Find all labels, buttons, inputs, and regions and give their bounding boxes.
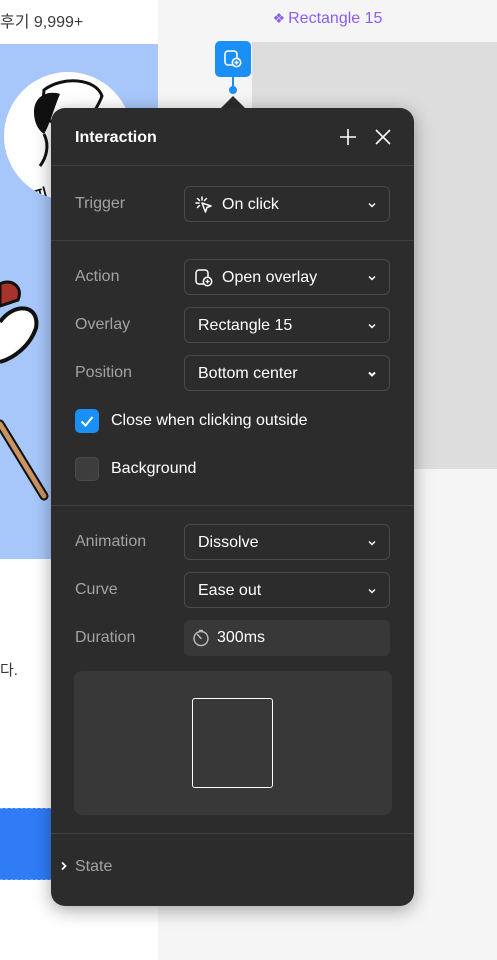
action-section: Action Open overlay Overlay Rectangle 15… bbox=[51, 241, 414, 506]
chevron-down-icon bbox=[368, 371, 376, 377]
position-label: Position bbox=[75, 364, 132, 381]
open-overlay-icon bbox=[224, 50, 242, 68]
panel-header: Interaction bbox=[51, 108, 414, 166]
add-button[interactable] bbox=[337, 126, 359, 148]
chevron-down-icon bbox=[368, 324, 376, 329]
chevron-down-icon bbox=[368, 203, 376, 208]
curve-label: Curve bbox=[75, 581, 118, 598]
connector-dot bbox=[229, 86, 237, 94]
action-select[interactable]: Open overlay bbox=[184, 259, 390, 295]
frame-title-label: Rectangle 15 bbox=[288, 10, 383, 27]
chevron-down-icon bbox=[368, 589, 376, 594]
overlay-select[interactable]: Rectangle 15 bbox=[184, 307, 390, 343]
frame-header: ❖ Rectangle 15 bbox=[158, 0, 497, 42]
trigger-row: Trigger On click bbox=[51, 186, 414, 222]
close-outside-label: Close when clicking outside bbox=[111, 412, 308, 429]
action-value: Open overlay bbox=[222, 269, 318, 286]
connector-node[interactable] bbox=[215, 41, 251, 77]
trigger-select[interactable]: On click bbox=[184, 186, 390, 222]
action-row: Action Open overlay bbox=[51, 259, 414, 295]
curve-value: Ease out bbox=[198, 582, 262, 599]
background-label: Background bbox=[111, 460, 197, 477]
overlay-row: Overlay Rectangle 15 bbox=[51, 307, 414, 343]
position-row: Position Bottom center bbox=[51, 355, 414, 391]
open-overlay-icon bbox=[195, 269, 213, 287]
chevron-down-icon bbox=[368, 276, 376, 281]
checkmark-icon bbox=[80, 416, 94, 427]
plus-icon bbox=[340, 129, 356, 145]
close-outside-checkbox[interactable] bbox=[75, 409, 99, 433]
close-outside-checkbox-row[interactable]: Close when clicking outside bbox=[75, 409, 395, 433]
duration-value: 300ms bbox=[217, 629, 266, 646]
frame-title[interactable]: ❖ Rectangle 15 bbox=[158, 10, 497, 28]
duration-row: Duration 300ms bbox=[51, 620, 414, 656]
overlay-value: Rectangle 15 bbox=[198, 317, 293, 334]
body-text: 다. bbox=[0, 662, 18, 679]
close-button[interactable] bbox=[372, 126, 394, 148]
position-value: Bottom center bbox=[198, 365, 298, 382]
position-select[interactable]: Bottom center bbox=[184, 355, 390, 391]
trigger-section: Trigger On click bbox=[51, 167, 414, 241]
state-section-toggle[interactable]: State bbox=[51, 851, 414, 883]
timer-icon bbox=[193, 629, 209, 647]
overlay-label: Overlay bbox=[75, 316, 131, 333]
preview-frame bbox=[192, 698, 273, 788]
chevron-down-icon bbox=[368, 541, 376, 546]
duration-label: Duration bbox=[75, 629, 136, 646]
animation-value: Dissolve bbox=[198, 534, 259, 551]
panel-title: Interaction bbox=[75, 129, 157, 146]
background-checkbox[interactable] bbox=[75, 457, 99, 481]
animation-select[interactable]: Dissolve bbox=[184, 524, 390, 560]
component-diamond-icon: ❖ bbox=[272, 10, 286, 26]
close-icon bbox=[375, 129, 391, 145]
action-label: Action bbox=[75, 268, 120, 285]
interaction-panel: Interaction Trigger On click Action Open… bbox=[51, 108, 414, 906]
chevron-right-icon bbox=[61, 861, 67, 871]
review-bar: 후기 9,999+ bbox=[0, 0, 158, 42]
click-cursor-icon bbox=[195, 196, 212, 213]
animation-row: Animation Dissolve bbox=[51, 524, 414, 560]
curve-select[interactable]: Ease out bbox=[184, 572, 390, 608]
duration-input[interactable]: 300ms bbox=[184, 620, 390, 656]
review-count-text: 후기 9,999+ bbox=[0, 14, 84, 31]
state-label: State bbox=[75, 858, 113, 875]
trigger-value: On click bbox=[222, 196, 279, 213]
trigger-label: Trigger bbox=[75, 195, 126, 212]
background-checkbox-row[interactable]: Background bbox=[75, 457, 395, 481]
animation-preview bbox=[74, 671, 392, 815]
curve-row: Curve Ease out bbox=[51, 572, 414, 608]
animation-label: Animation bbox=[75, 533, 147, 550]
